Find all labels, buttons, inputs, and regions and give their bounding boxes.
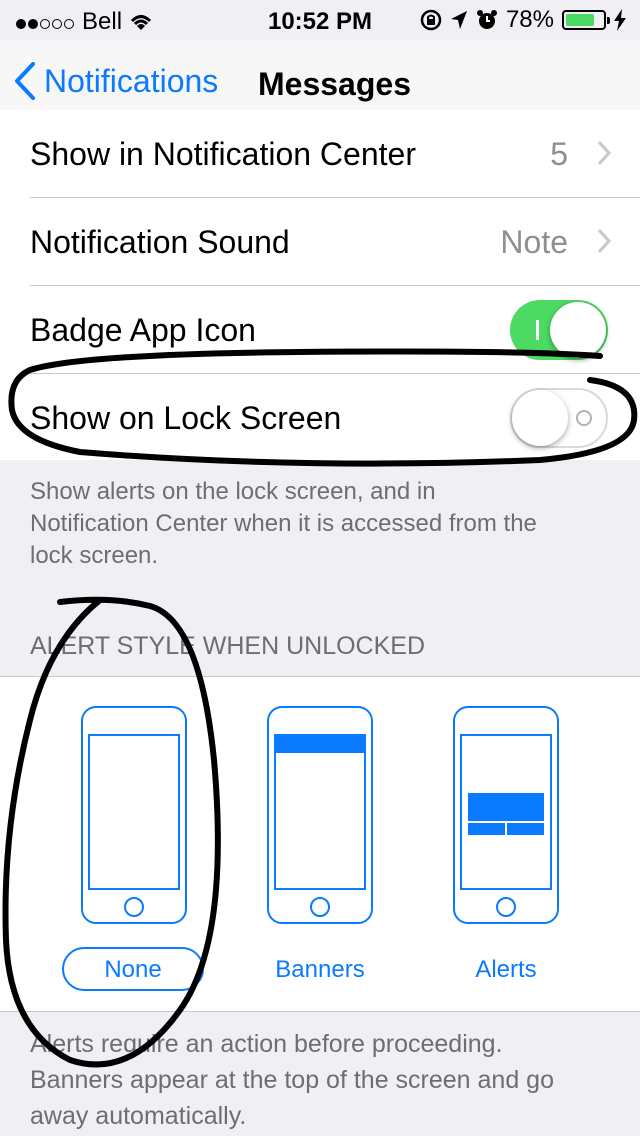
charging-bolt-icon — [614, 9, 626, 31]
alert-style-alerts-icon[interactable] — [452, 705, 560, 925]
row-label: Show in Notification Center — [30, 136, 416, 172]
row-badge-app-icon: Badge App Icon — [0, 286, 640, 374]
row-label: Notification Sound — [30, 224, 290, 260]
row-label: Show on Lock Screen — [30, 400, 342, 436]
row-show-on-lock-screen: Show on Lock Screen — [0, 374, 640, 462]
page-title: Messages — [258, 66, 411, 102]
back-label: Notifications — [44, 62, 219, 99]
settings-group: Show in Notification Center 5 Notificati… — [0, 110, 640, 460]
alert-option-banners[interactable]: Banners — [250, 956, 390, 984]
alarm-icon — [476, 10, 497, 29]
row-label: Badge App Icon — [30, 312, 256, 348]
row-notification-sound[interactable]: Notification Sound Note — [0, 198, 640, 286]
status-bar: Bell 10:52 PM 78% — [0, 0, 640, 40]
row-value: 5 — [550, 136, 568, 172]
row-show-in-notification-center[interactable]: Show in Notification Center 5 — [0, 110, 640, 198]
alert-style-none-icon[interactable] — [80, 705, 188, 925]
rotation-lock-icon — [420, 9, 442, 31]
status-right: 78% — [420, 6, 626, 34]
badge-toggle[interactable] — [510, 300, 608, 360]
back-button[interactable]: Notifications — [14, 62, 218, 100]
alert-style-banners-icon[interactable] — [266, 705, 374, 925]
alert-style-footer: Alerts require an action before proceedi… — [30, 1030, 554, 1130]
alert-option-none[interactable]: None — [62, 956, 204, 984]
row-value: Note — [500, 224, 568, 260]
lock-screen-toggle[interactable] — [510, 388, 608, 448]
lock-screen-footer: Show alerts on the lock screen, and in N… — [30, 478, 537, 569]
chevron-left-icon — [15, 62, 35, 100]
alert-style-header: ALERT STYLE WHEN UNLOCKED — [30, 632, 426, 660]
location-arrow-icon — [450, 11, 467, 29]
chevron-right-icon — [597, 228, 612, 254]
alert-style-panel: None Banners Alerts — [0, 676, 640, 1012]
battery-percent: 78% — [505, 6, 554, 33]
chevron-right-icon — [597, 140, 612, 166]
alert-option-alerts[interactable]: Alerts — [436, 956, 576, 984]
battery-icon — [562, 10, 610, 30]
